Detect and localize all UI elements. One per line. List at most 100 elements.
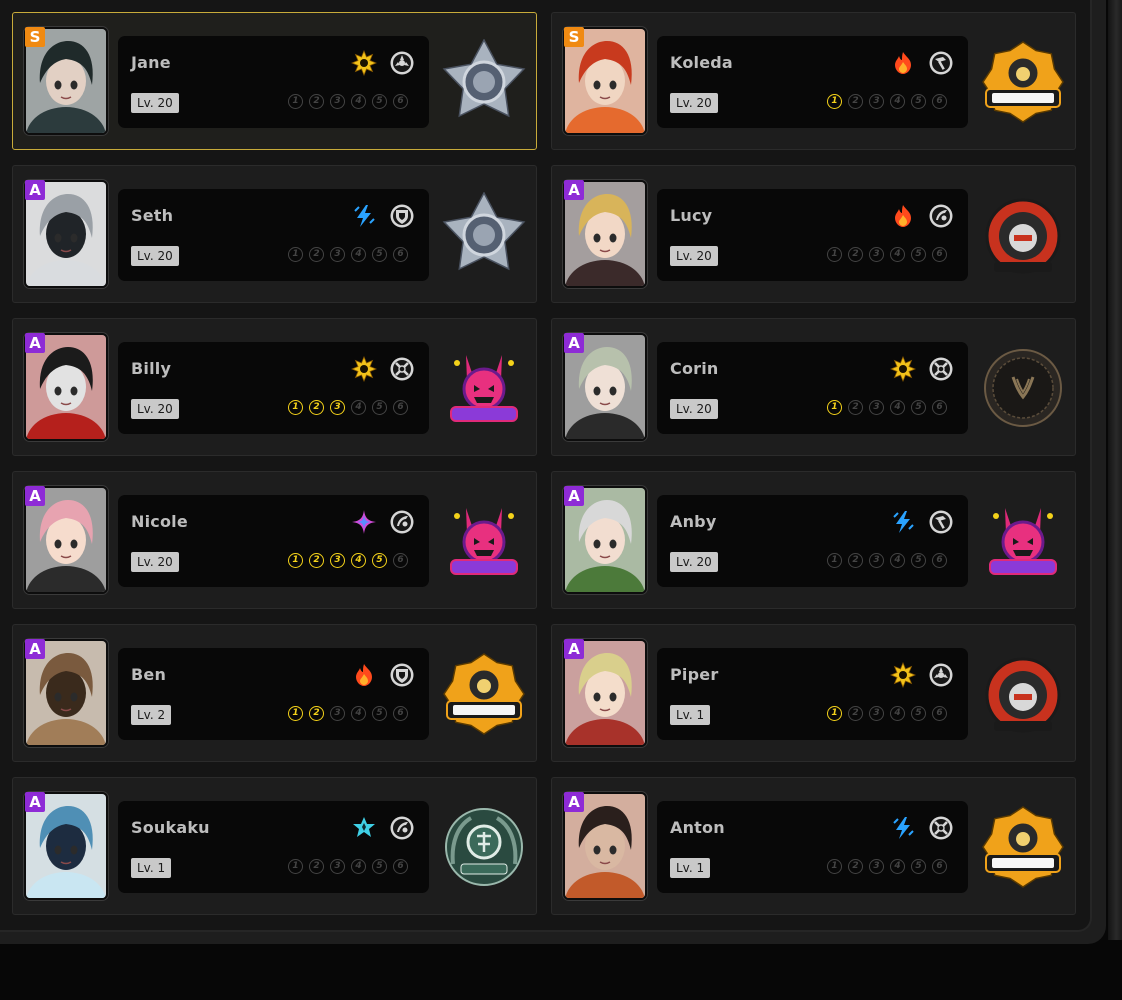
cinema-level-5: 5 (911, 553, 926, 568)
agent-card-anton[interactable]: A Anton Lv. 1 123456 (551, 777, 1076, 915)
agent-card-corin[interactable]: A Corin Lv. 20 1 2 3 4 5 6 (551, 318, 1076, 456)
cunning-hares-badge (980, 498, 1066, 584)
agent-name: Soukaku (131, 818, 210, 837)
mindscape-cinema-row: 123456 (827, 706, 947, 724)
rank-badge: A (564, 792, 584, 812)
agent-info-panel: Jane Lv. 20 1 2 3 4 5 6 (118, 36, 429, 128)
agent-level: Lv. 20 (131, 399, 179, 419)
cinema-level-2: 2 (848, 706, 863, 721)
mindscape-cinema-row: 123456 (827, 553, 947, 571)
agent-name: Jane (131, 53, 171, 72)
sons-of-calydon-badge (980, 192, 1066, 278)
agent-card-piper[interactable]: A Piper Lv. 1 123456 (551, 624, 1076, 762)
agent-level: Lv. 1 (670, 705, 711, 725)
rank-badge: A (25, 333, 45, 353)
cinema-level-2: 2 (848, 94, 863, 109)
mindscape-cinema-row: 123456 (827, 94, 947, 112)
agent-name: Nicole (131, 512, 188, 531)
agent-card-ben[interactable]: A Ben Lv. 2 123456 (12, 624, 537, 762)
criminal-investigation-badge (441, 38, 527, 125)
fire-icon (351, 662, 377, 688)
attack-icon (389, 356, 415, 382)
agent-name: Koleda (670, 53, 733, 72)
cinema-level-5: 5 (911, 400, 926, 415)
cinema-level-6: 6 (932, 247, 947, 262)
stun-icon (928, 50, 954, 76)
agent-level: Lv. 20 (670, 246, 718, 266)
agent-card-lucy[interactable]: A Lucy Lv. 20 1 2 3 4 5 6 (551, 165, 1076, 303)
cinema-level-3: 3 (869, 706, 884, 721)
rank-badge: S (25, 27, 45, 47)
cunning-hares-badge (441, 498, 527, 584)
cinema-level-5: 5 (372, 859, 387, 874)
cinema-level-2: 2 (309, 859, 324, 874)
mindscape-cinema-row: 123456 (288, 400, 408, 418)
agent-level: Lv. 20 (131, 552, 179, 572)
agent-name: Piper (670, 665, 719, 684)
cinema-level-5: 5 (911, 247, 926, 262)
cinema-level-6: 6 (393, 247, 408, 262)
cinema-level-5: 5 (372, 400, 387, 415)
ether-icon (351, 509, 377, 535)
criminal-investigation-badge (441, 191, 527, 278)
victoria-housekeeping-badge (980, 345, 1066, 431)
belobog-badge (980, 39, 1066, 125)
cinema-level-3: 3 (869, 859, 884, 874)
agent-info-panel: Piper Lv. 1 123456 (657, 648, 968, 740)
agent-info-panel: Ben Lv. 2 123456 (118, 648, 429, 740)
agent-card-koleda[interactable]: S Koleda Lv. 20 1 2 3 4 5 6 (551, 12, 1076, 150)
cunning-hares-badge (441, 345, 527, 431)
cinema-level-2: 2 (848, 247, 863, 262)
cinema-level-5: 5 (372, 247, 387, 262)
cinema-level-6: 6 (393, 400, 408, 415)
cinema-level-4: 4 (890, 706, 905, 721)
agent-level: Lv. 1 (670, 858, 711, 878)
agent-card-seth[interactable]: A Seth Lv. 20 1 2 3 4 5 6 (12, 165, 537, 303)
cinema-level-1: 1 (827, 94, 842, 109)
cinema-level-1: 1 (827, 859, 842, 874)
cinema-level-3: 3 (869, 400, 884, 415)
agent-info-panel: Seth Lv. 20 1 2 3 4 5 6 (118, 189, 429, 281)
agent-info-panel: Anby Lv. 20 1 2 3 4 5 6 (657, 495, 968, 587)
roster-panel: S Jane Lv. 20 1 2 3 4 5 6 S Koleda Lv. 20 1 2 3 4 5 6 A Set… (0, 0, 1092, 932)
cinema-level-4: 4 (890, 553, 905, 568)
agent-name: Corin (670, 359, 719, 378)
cinema-level-4: 4 (351, 247, 366, 262)
cinema-level-1: 1 (288, 706, 303, 721)
agent-info-panel: Anton Lv. 1 123456 (657, 801, 968, 893)
rank-badge: A (25, 792, 45, 812)
agent-name: Ben (131, 665, 167, 684)
agent-card-anby[interactable]: A Anby Lv. 20 1 2 3 4 5 6 (551, 471, 1076, 609)
agent-card-nicole[interactable]: A Nicole Lv. 20 1 2 3 4 5 6 (12, 471, 537, 609)
agent-level: Lv. 20 (131, 246, 179, 266)
cinema-level-2: 2 (309, 553, 324, 568)
cinema-level-3: 3 (330, 859, 345, 874)
rank-badge: A (25, 639, 45, 659)
cinema-level-4: 4 (351, 400, 366, 415)
cinema-level-6: 6 (932, 400, 947, 415)
cinema-level-2: 2 (309, 247, 324, 262)
cinema-level-4: 4 (890, 247, 905, 262)
agent-info-panel: Nicole Lv. 20 1 2 3 4 5 6 (118, 495, 429, 587)
agent-name: Lucy (670, 206, 713, 225)
hsos6-badge (441, 804, 527, 890)
cinema-level-1: 1 (288, 553, 303, 568)
cinema-level-5: 5 (911, 859, 926, 874)
cinema-level-1: 1 (827, 247, 842, 262)
sons-of-calydon-badge (980, 651, 1066, 737)
cinema-level-2: 2 (309, 94, 324, 109)
mindscape-cinema-row: 123456 (288, 859, 408, 877)
cinema-level-3: 3 (330, 94, 345, 109)
cinema-level-6: 6 (932, 706, 947, 721)
cinema-level-5: 5 (372, 94, 387, 109)
physical-icon (889, 661, 917, 689)
agent-card-jane[interactable]: S Jane Lv. 20 1 2 3 4 5 6 (12, 12, 537, 150)
agent-card-billy[interactable]: A Billy Lv. 20 1 2 3 4 5 6 (12, 318, 537, 456)
cinema-level-1: 1 (288, 859, 303, 874)
agent-level: Lv. 20 (131, 93, 179, 113)
rank-badge: A (25, 180, 45, 200)
cinema-level-6: 6 (393, 859, 408, 874)
agent-card-soukaku[interactable]: A Soukaku Lv. 1 123456 (12, 777, 537, 915)
agent-name: Seth (131, 206, 174, 225)
cinema-level-3: 3 (330, 553, 345, 568)
